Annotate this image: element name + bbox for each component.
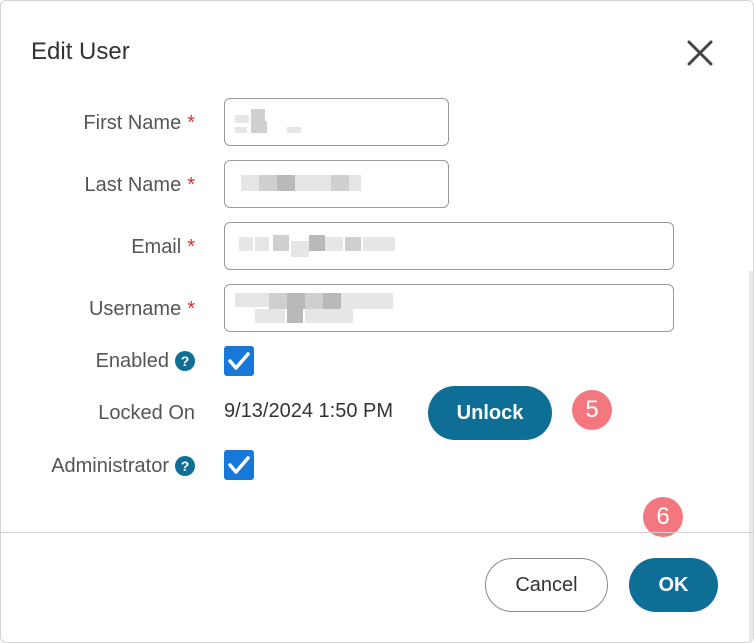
username-label-text: Username: [88, 298, 182, 320]
email-input[interactable]: [224, 222, 674, 270]
first-name-label: First Name *: [83, 110, 195, 136]
enabled-checkbox[interactable]: [224, 346, 254, 376]
last-name-input[interactable]: [224, 160, 449, 208]
required-asterisk: *: [187, 174, 195, 196]
cancel-button[interactable]: Cancel: [485, 558, 608, 612]
required-asterisk: *: [187, 236, 195, 258]
enabled-label-text: Enabled: [95, 350, 169, 372]
ok-button[interactable]: OK: [629, 558, 718, 612]
administrator-label-text: Administrator: [51, 455, 169, 477]
first-name-input[interactable]: [224, 98, 449, 146]
close-icon: [687, 40, 713, 66]
first-name-label-text: First Name: [83, 112, 182, 134]
edit-user-dialog: Edit User First Name * Last Name * Email…: [0, 0, 754, 643]
unlock-button[interactable]: Unlock: [428, 386, 552, 440]
username-input[interactable]: [224, 284, 674, 332]
enabled-label: Enabled ?: [96, 348, 195, 374]
last-name-label: Last Name *: [84, 172, 195, 198]
administrator-label: Administrator ?: [51, 453, 195, 479]
question-circle-icon[interactable]: ?: [175, 351, 195, 371]
step-marker-6: 6: [643, 497, 683, 537]
username-label: Username *: [89, 296, 195, 322]
administrator-checkbox[interactable]: [224, 450, 254, 480]
email-label-text: Email: [131, 236, 182, 258]
close-button[interactable]: [684, 37, 716, 69]
email-label: Email *: [131, 234, 195, 260]
checkmark-icon: [228, 352, 250, 370]
last-name-label-text: Last Name: [84, 174, 182, 196]
footer-divider: [1, 532, 753, 533]
locked-on-label: Locked On: [98, 402, 195, 424]
required-asterisk: *: [187, 112, 195, 134]
dialog-title: Edit User: [31, 38, 130, 65]
checkmark-icon: [228, 456, 250, 474]
step-marker-5: 5: [572, 390, 612, 430]
locked-on-value: 9/13/2024 1:50 PM: [224, 400, 394, 422]
scrollbar-track: [749, 271, 753, 642]
question-circle-icon[interactable]: ?: [175, 456, 195, 476]
required-asterisk: *: [187, 298, 195, 320]
